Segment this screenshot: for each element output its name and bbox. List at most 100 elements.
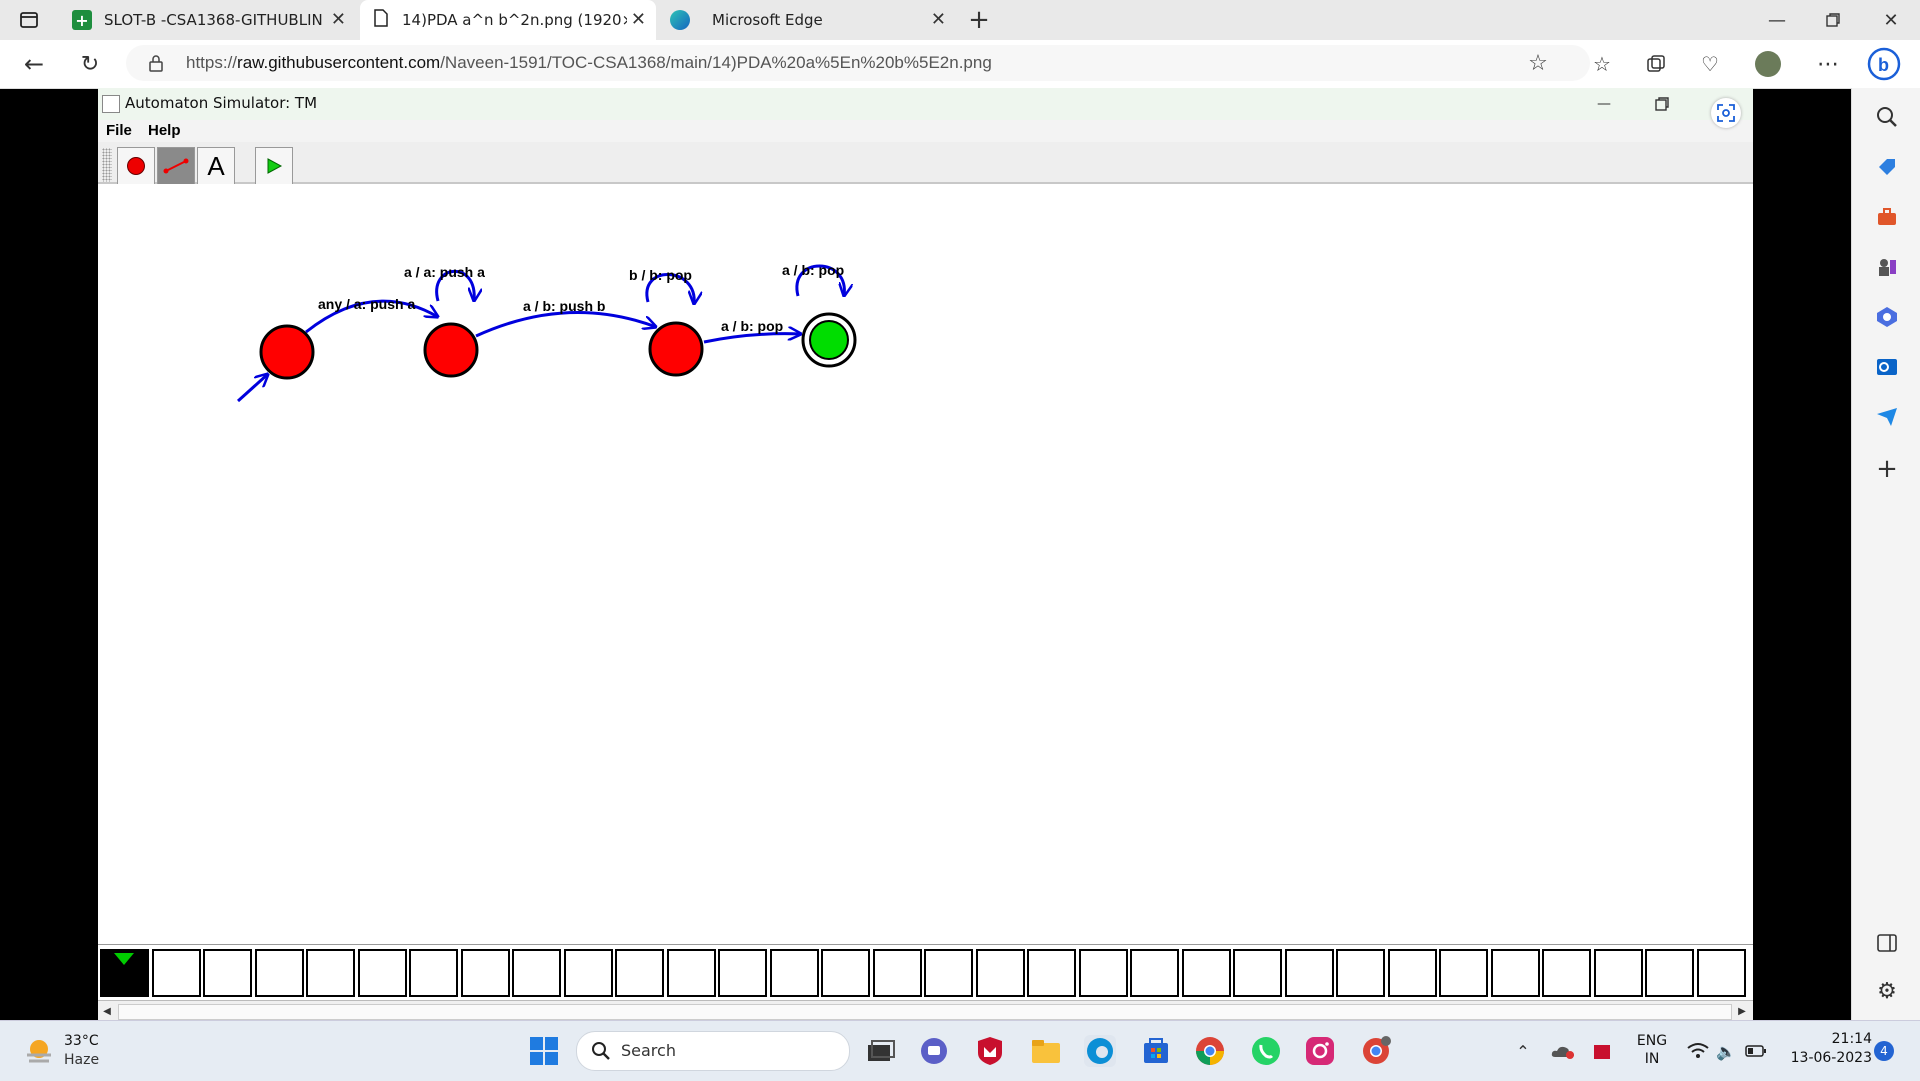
tape-cell[interactable] — [769, 949, 819, 997]
sidebar-layout-icon[interactable] — [1872, 928, 1902, 958]
transition-label[interactable]: a / b: push b — [523, 298, 605, 314]
tab-actions-icon[interactable] — [18, 10, 40, 30]
games-icon[interactable] — [1872, 252, 1902, 282]
tape-cell[interactable] — [1387, 949, 1437, 997]
tape-cell[interactable] — [1027, 949, 1076, 997]
show-hidden-icons[interactable]: ⌃ — [1512, 1039, 1534, 1063]
instagram-icon[interactable] — [1304, 1035, 1336, 1067]
tape-cell[interactable] — [1233, 949, 1282, 997]
tape-cell[interactable] — [1645, 949, 1694, 997]
taskbar-search[interactable]: Search — [576, 1031, 850, 1071]
tab-edge[interactable]: Microsoft Edge ✕ — [660, 0, 956, 40]
tape-head-cell[interactable] — [100, 949, 149, 997]
automaton-canvas[interactable]: any / a: push a a / a: push a a / b: pus… — [98, 184, 1753, 932]
transition-label[interactable]: a / b: pop — [721, 318, 783, 334]
office-icon[interactable] — [1872, 302, 1902, 332]
tape-cell[interactable] — [1490, 949, 1540, 997]
more-options-icon[interactable]: ⋯ — [1814, 50, 1842, 78]
state-q0[interactable] — [259, 324, 315, 380]
state-q2[interactable] — [648, 321, 704, 377]
maximize-icon[interactable] — [1650, 92, 1674, 116]
back-icon[interactable]: ← — [20, 50, 48, 78]
clock[interactable]: 21:14 13-06-2023 — [1780, 1031, 1872, 1071]
shopping-tag-icon[interactable] — [1872, 152, 1902, 182]
browser-essentials-icon[interactable]: ♡ — [1696, 50, 1724, 78]
tape-cell[interactable] — [512, 949, 561, 997]
edge-taskbar-icon[interactable] — [1084, 1035, 1116, 1067]
close-icon[interactable]: ✕ — [331, 9, 346, 30]
run-button[interactable] — [255, 147, 293, 185]
search-icon[interactable] — [1872, 102, 1902, 132]
whatsapp-icon[interactable] — [1250, 1035, 1282, 1067]
url-field[interactable]: https://raw.githubusercontent.com/Naveen… — [126, 45, 1590, 81]
transition-q2-q3[interactable] — [703, 334, 801, 344]
tape-cell[interactable] — [666, 949, 716, 997]
wifi-icon[interactable] — [1686, 1039, 1710, 1063]
scroll-track[interactable] — [118, 1004, 1732, 1020]
add-state-button[interactable] — [117, 147, 155, 185]
collections-icon[interactable] — [1642, 50, 1670, 78]
outlook-icon[interactable] — [1872, 352, 1902, 382]
menu-file[interactable]: File — [106, 122, 132, 139]
horizontal-scrollbar[interactable]: ◀ ▶ — [98, 1000, 1753, 1021]
volume-icon[interactable]: 🔈 — [1714, 1039, 1738, 1063]
profile-avatar[interactable] — [1754, 50, 1782, 78]
tape-cell[interactable] — [254, 949, 304, 997]
onedrive-icon[interactable] — [1550, 1039, 1576, 1063]
battery-icon[interactable] — [1744, 1039, 1768, 1063]
scroll-right-icon[interactable]: ▶ — [1735, 1003, 1749, 1019]
tape-cell[interactable] — [821, 949, 870, 997]
notification-badge[interactable]: 4 — [1874, 1041, 1894, 1061]
scroll-left-icon[interactable]: ◀ — [100, 1003, 114, 1019]
tape-cell[interactable] — [615, 949, 664, 997]
state-accept[interactable] — [809, 320, 849, 360]
tape-cell[interactable] — [203, 949, 252, 997]
tape-cell[interactable] — [151, 949, 201, 997]
antivirus-tray-icon[interactable] — [1590, 1039, 1614, 1063]
tape-cell[interactable] — [409, 949, 458, 997]
tape-cell[interactable] — [924, 949, 973, 997]
transition-label[interactable]: a / b: pop — [782, 262, 844, 278]
transition-label[interactable]: a / a: push a — [404, 264, 485, 280]
tape-cell[interactable] — [1542, 949, 1591, 997]
tape-cell[interactable] — [1336, 949, 1385, 997]
menu-help[interactable]: Help — [148, 122, 181, 139]
transition-label[interactable]: any / a: push a — [318, 296, 415, 312]
restore-icon[interactable] — [1818, 8, 1848, 32]
tape-cell[interactable] — [563, 949, 613, 997]
teams-chat-icon[interactable] — [918, 1035, 950, 1067]
chrome-profile-icon[interactable] — [1360, 1035, 1392, 1067]
language-indicator[interactable]: ENG IN — [1634, 1033, 1670, 1071]
add-icon[interactable]: + — [1872, 454, 1902, 484]
add-label-button[interactable]: A — [197, 147, 235, 185]
tape-cell[interactable] — [1181, 949, 1231, 997]
send-icon[interactable] — [1872, 402, 1902, 432]
tape-cell[interactable] — [718, 949, 767, 997]
tape-cell[interactable] — [1593, 949, 1643, 997]
state-q1[interactable] — [423, 322, 479, 378]
file-explorer-icon[interactable] — [1030, 1035, 1062, 1067]
store-icon[interactable] — [1140, 1035, 1172, 1067]
tape-cell[interactable] — [1439, 949, 1488, 997]
tape-cell[interactable] — [872, 949, 922, 997]
close-window-icon[interactable]: ✕ — [1876, 8, 1906, 32]
lock-icon[interactable] — [146, 53, 166, 73]
start-button[interactable] — [528, 1035, 560, 1067]
tab-sheets[interactable]: + SLOT-B -CSA1368-GITHUBLINK - ✕ — [60, 0, 356, 40]
tools-icon[interactable] — [1872, 202, 1902, 232]
settings-gear-icon[interactable]: ⚙ — [1872, 976, 1902, 1006]
tape-cell[interactable] — [1130, 949, 1179, 997]
new-tab-icon[interactable]: + — [966, 5, 992, 35]
chrome-icon[interactable] — [1194, 1035, 1226, 1067]
refresh-icon[interactable]: ↻ — [76, 50, 104, 78]
add-transition-button[interactable] — [157, 147, 195, 185]
transition-label[interactable]: b / b: pop — [629, 267, 692, 283]
tape-cell[interactable] — [975, 949, 1025, 997]
tape-cell[interactable] — [1078, 949, 1128, 997]
mcafee-icon[interactable] — [974, 1035, 1006, 1067]
screen-capture-icon[interactable] — [1711, 98, 1741, 128]
close-icon[interactable]: ✕ — [631, 9, 646, 30]
minimize-icon[interactable]: — — [1592, 92, 1616, 116]
transition-q1-q2[interactable] — [475, 310, 656, 338]
tape-cell[interactable] — [357, 949, 407, 997]
